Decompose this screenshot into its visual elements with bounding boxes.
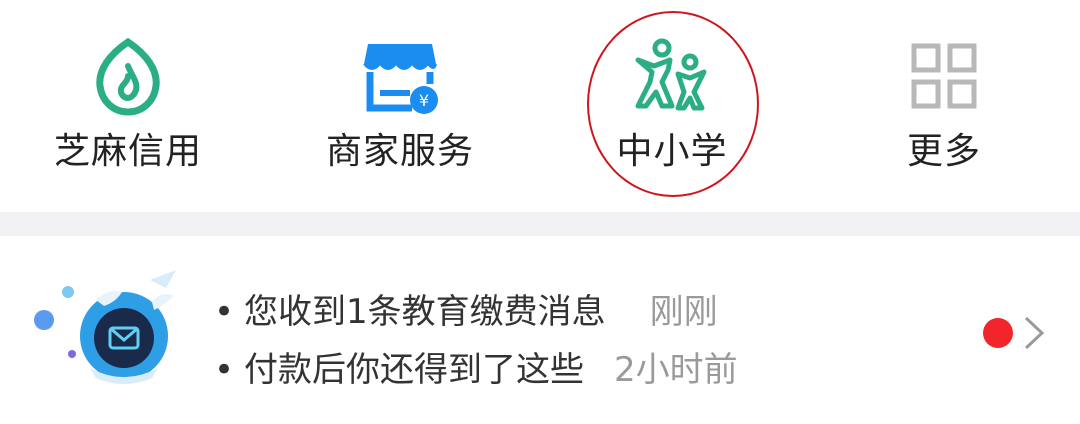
unread-badge-dot [983,318,1013,348]
message-text: 付款后你还得到了这些 [244,350,584,390]
chevron-right-icon[interactable] [1018,314,1048,352]
grid-item-merchant-service[interactable]: ¥ 商家服务 [300,30,500,180]
grid-item-label: 商家服务 [325,131,474,172]
grid-more-icon [911,43,977,109]
bullet: • [214,292,235,332]
section-divider [0,212,1080,236]
message-text: 您收到1条教育缴费消息 [244,292,606,332]
svg-text:¥: ¥ [419,91,429,110]
grid-item-more[interactable]: 更多 [844,30,1044,180]
grid-item-sesame-credit[interactable]: 芝麻信用 [28,30,228,180]
grid-item-label: 芝麻信用 [53,131,202,172]
message-time: 刚刚 [649,292,718,332]
sesame-credit-icon [96,37,160,116]
message-line-1: • 您收到1条教育缴费消息 刚刚 [214,284,718,333]
message-line-2: • 付款后你还得到了这些 2小时前 [214,342,738,391]
education-bot-icon [34,270,176,384]
highlight-annotation-circle [587,11,759,197]
screen: 芝麻信用 ¥ 商家服务 中小学 更多 • 您收到1条教育缴费消息 刚刚 • 付款… [0,0,1080,424]
bullet: • [214,350,235,390]
grid-item-label: 更多 [906,131,981,172]
message-time: 2小时前 [614,350,738,390]
education-message-card[interactable]: • 您收到1条教育缴费消息 刚刚 • 付款后你还得到了这些 2小时前 [0,236,1080,424]
service-grid: 芝麻信用 ¥ 商家服务 中小学 更多 [0,0,1080,212]
merchant-store-icon: ¥ [363,44,438,114]
